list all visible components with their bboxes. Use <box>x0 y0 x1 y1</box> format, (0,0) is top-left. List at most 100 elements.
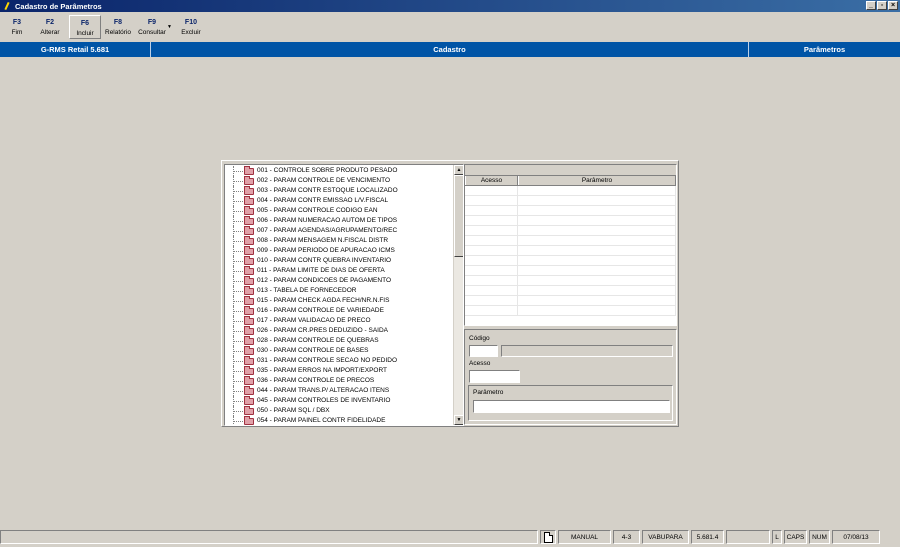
status-caps: CAPS <box>784 530 807 544</box>
status-message <box>0 530 538 544</box>
status-version: 5.681.4 <box>691 530 724 544</box>
tree-scrollbar[interactable]: ▲ ▼ <box>453 165 463 425</box>
tree-item[interactable]: 026 - PARAM CR.PRES DEDUZIDO - SAIDA <box>225 326 453 336</box>
grid-row[interactable] <box>465 256 676 266</box>
scroll-up-icon[interactable]: ▲ <box>454 165 463 175</box>
parameter-tree[interactable]: 001 - CONTROLE SOBRE PRODUTO PESADO 002 -… <box>224 164 464 426</box>
tree-item[interactable]: 031 - PARAM CONTROLE SECAO NO PEDIDO <box>225 356 453 366</box>
toolbar: F3 Fim F2 Alterar F6 Incluir F8 Relatóri… <box>0 12 900 41</box>
grid-row[interactable] <box>465 196 676 206</box>
tree-item[interactable]: 016 - PARAM CONTROLE DE VARIEDADE <box>225 306 453 316</box>
detail-form: Código Acesso Parâmetro <box>464 329 677 425</box>
folder-icon <box>244 176 254 185</box>
folder-icon <box>244 286 254 295</box>
excluir-button[interactable]: F10 Excluir <box>176 15 206 39</box>
alterar-key: F2 <box>45 19 55 26</box>
codigo-field[interactable] <box>469 345 498 357</box>
grid-header: Acesso Parâmetro <box>465 176 676 186</box>
grid-row[interactable] <box>465 296 676 306</box>
tree-item[interactable]: 030 - PARAM CONTROLE DE BASES <box>225 346 453 356</box>
tree-item-label: 003 - PARAM CONTR ESTOQUE LOCALIZADO <box>257 187 398 194</box>
tree-item-label: 012 - PARAM CONDICOES DE PAGAMENTO <box>257 277 391 284</box>
tree-item[interactable]: 005 - PARAM CONTROLE CODIGO EAN <box>225 206 453 216</box>
tree-item[interactable]: 012 - PARAM CONDICOES DE PAGAMENTO <box>225 276 453 286</box>
status-bar: MANUAL 4-3 VABUPARA 5.681.4 L CAPS NUM 0… <box>0 529 900 545</box>
tree-item-label: 028 - PARAM CONTROLE DE QUEBRAS <box>257 337 379 344</box>
tree-item[interactable]: 010 - PARAM CONTR QUEBRA INVENTARIO <box>225 256 453 266</box>
tree-item-label: 035 - PARAM ERROS NA IMPORT/EXPORT <box>257 367 388 374</box>
tree-item[interactable]: 035 - PARAM ERROS NA IMPORT/EXPORT <box>225 366 453 376</box>
tree-item-label: 050 - PARAM SQL / DBX <box>257 407 330 414</box>
tree-item[interactable]: 007 - PARAM AGENDAS/AGRUPAMENTO/REC <box>225 226 453 236</box>
consultar-dropdown-icon[interactable]: ▼ <box>167 24 172 30</box>
status-mode: MANUAL <box>558 530 611 544</box>
tree-item-label: 045 - PARAM CONTROLES DE INVENTARIO <box>257 397 391 404</box>
folder-icon <box>244 196 254 205</box>
tree-item[interactable]: 001 - CONTROLE SOBRE PRODUTO PESADO <box>225 166 453 176</box>
tree-item[interactable]: 028 - PARAM CONTROLE DE QUEBRAS <box>225 336 453 346</box>
relatorio-key: F8 <box>113 19 123 26</box>
tree-item[interactable]: 050 - PARAM SQL / DBX <box>225 406 453 416</box>
fim-button[interactable]: F3 Fim <box>3 15 31 39</box>
grid-row[interactable] <box>465 246 676 256</box>
grid-row[interactable] <box>465 236 676 246</box>
tree-item[interactable]: 009 - PARAM PERIODO DE APURACAO ICMS <box>225 246 453 256</box>
grid-row[interactable] <box>465 306 676 316</box>
status-blank <box>726 530 770 544</box>
folder-icon <box>244 386 254 395</box>
tree-item[interactable]: 002 - PARAM CONTROLE DE VENCIMENTO <box>225 176 453 186</box>
parametro-field[interactable] <box>473 400 670 413</box>
grid-row[interactable] <box>465 276 676 286</box>
scroll-thumb[interactable] <box>454 175 463 257</box>
alterar-button[interactable]: F2 Alterar <box>31 15 69 39</box>
folder-icon <box>244 246 254 255</box>
relatorio-button[interactable]: F8 Relatório <box>101 15 135 39</box>
tree-item-label: 026 - PARAM CR.PRES DEDUZIDO - SAIDA <box>257 327 388 334</box>
tree-item[interactable]: 008 - PARAM MENSAGEM N.FISCAL DISTR <box>225 236 453 246</box>
incluir-button[interactable]: F6 Incluir <box>69 15 101 39</box>
relatorio-label: Relatório <box>105 29 132 36</box>
grid-row[interactable] <box>465 216 676 226</box>
grid-row[interactable] <box>465 226 676 236</box>
minimize-button[interactable]: _ <box>866 1 876 10</box>
scroll-down-icon[interactable]: ▼ <box>454 415 463 425</box>
tree-item[interactable]: 044 - PARAM TRANS.P/ ALTERACAO ITENS <box>225 386 453 396</box>
acesso-field[interactable] <box>469 370 520 383</box>
grid-row[interactable] <box>465 186 676 196</box>
tree-item-label: 009 - PARAM PERIODO DE APURACAO ICMS <box>257 247 395 254</box>
status-user: VABUPARA <box>642 530 689 544</box>
tree-item[interactable]: 017 - PARAM VALIDACAO DE PRECO <box>225 316 453 326</box>
tree-item[interactable]: 006 - PARAM NUMERACAO AUTOM DE TIPOS <box>225 216 453 226</box>
header-screen: Parâmetros <box>803 45 846 54</box>
tree-item[interactable]: 011 - PARAM LIMITE DE DIAS DE OFERTA <box>225 266 453 276</box>
close-button[interactable]: × <box>888 1 898 10</box>
grid-row[interactable] <box>465 206 676 216</box>
tree-item[interactable]: 015 - PARAM CHECK AGDA FECH/NR.N.FIS <box>225 296 453 306</box>
tree-item[interactable]: 004 - PARAM CONTR EMISSAO L/V.FISCAL <box>225 196 453 206</box>
tree-item-label: 006 - PARAM NUMERACAO AUTOM DE TIPOS <box>257 217 398 224</box>
tree-item-label: 015 - PARAM CHECK AGDA FECH/NR.N.FIS <box>257 297 390 304</box>
tree-item[interactable]: 003 - PARAM CONTR ESTOQUE LOCALIZADO <box>225 186 453 196</box>
access-grid[interactable]: Acesso Parâmetro <box>464 164 677 326</box>
folder-icon <box>244 406 254 415</box>
tree-item[interactable]: 036 - PARAM CONTROLE DE PRECOS <box>225 376 453 386</box>
tree-item-label: 008 - PARAM MENSAGEM N.FISCAL DISTR <box>257 237 389 244</box>
grid-row[interactable] <box>465 266 676 276</box>
column-acesso[interactable]: Acesso <box>465 176 518 185</box>
consultar-key: F9 <box>147 19 157 26</box>
maximize-button[interactable]: ▫ <box>877 1 887 10</box>
excluir-key: F10 <box>184 19 197 26</box>
consultar-button[interactable]: F9 Consultar <box>135 15 169 39</box>
folder-icon <box>244 256 254 265</box>
tree-item[interactable]: 045 - PARAM CONTROLES DE INVENTARIO <box>225 396 453 406</box>
column-parametro[interactable]: Parâmetro <box>518 176 676 185</box>
tree-item[interactable]: 013 - TABELA DE FORNECEDOR <box>225 286 453 296</box>
excluir-label: Excluir <box>181 29 201 36</box>
folder-icon <box>244 306 254 315</box>
folder-icon <box>244 296 254 305</box>
app-icon <box>3 2 11 10</box>
grid-row[interactable] <box>465 286 676 296</box>
tree-item-label: 044 - PARAM TRANS.P/ ALTERACAO ITENS <box>257 387 390 394</box>
tree-item[interactable]: 054 - PARAM PAINEL CONTR FIDELIDADE <box>225 416 453 425</box>
codigo-label: Código <box>469 335 490 342</box>
